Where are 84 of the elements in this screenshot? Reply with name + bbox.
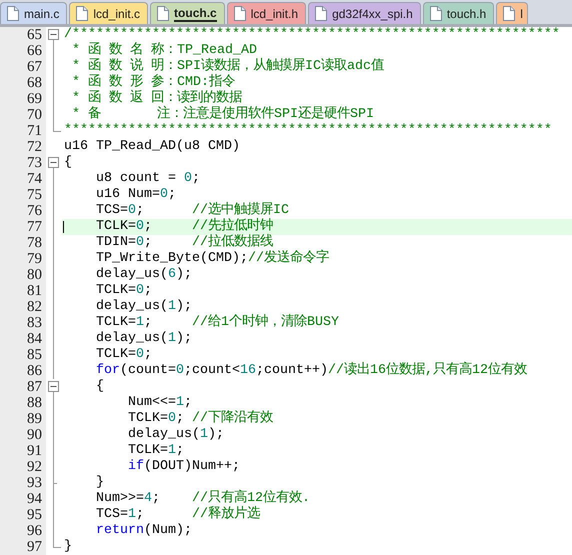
code-line: * 函 数 返 回：读到的数据 <box>70 91 242 106</box>
line-number: 84 <box>0 331 46 347</box>
line-number: 81 <box>0 283 46 299</box>
collapse-icon[interactable] <box>48 381 59 392</box>
file-tab[interactable]: lcd_init.h <box>226 2 306 24</box>
code-line: TDIN=0; //拉低数据线 <box>94 235 273 250</box>
line-number: 82 <box>0 299 46 315</box>
file-tab[interactable]: touch.c <box>150 2 225 24</box>
line-number: 95 <box>0 507 46 523</box>
code-line: } <box>64 539 72 554</box>
code-line: return(Num); <box>94 523 192 538</box>
code-line: /************************************************************* <box>64 27 560 42</box>
code-line: TP_Write_Byte(CMD);//发送命令字 <box>94 251 329 266</box>
line-number: 65 <box>0 27 46 43</box>
code-line: ************************************************************* <box>64 123 552 138</box>
line-number: 78 <box>0 235 46 251</box>
line-number: 71 <box>0 123 46 139</box>
line-number: 86 <box>0 363 46 379</box>
code-line: TCLK=0; <box>94 283 152 298</box>
code-line: * 函 数 名 称：TP_Read_AD <box>70 43 257 58</box>
file-tab[interactable]: touch.h <box>422 2 494 24</box>
line-number: 70 <box>0 107 46 123</box>
code-line: { <box>64 155 72 170</box>
document-icon <box>7 6 19 21</box>
line-number: 68 <box>0 75 46 91</box>
code-line: Num>>=4; //只有高12位有效. <box>94 491 310 506</box>
line-number: 90 <box>0 427 46 443</box>
collapse-icon[interactable] <box>48 157 59 168</box>
line-number: 89 <box>0 411 46 427</box>
code-line: delay_us(1); <box>94 331 192 346</box>
document-icon <box>503 6 516 21</box>
code-line: TCS=0; //选中触摸屏IC <box>94 203 289 218</box>
file-tab[interactable]: l <box>496 2 528 24</box>
line-number: 96 <box>0 523 46 539</box>
line-number: 80 <box>0 267 46 283</box>
line-number: 73 <box>0 155 46 171</box>
line-number: 87 <box>0 379 46 395</box>
code-line: u8 count = 0; <box>94 171 200 186</box>
line-number: 75 <box>0 187 46 203</box>
line-number: 88 <box>0 395 46 411</box>
code-line: TCLK=1; <box>126 443 184 458</box>
document-icon <box>430 6 442 21</box>
line-number: 91 <box>0 443 46 459</box>
code-line: u16 Num=0; <box>94 187 176 202</box>
code-line: * 函 数 形 参：CMD:指令 <box>70 75 235 90</box>
line-number: 76 <box>0 203 46 219</box>
code-line: * 函 数 说 明：SPI读数据，从触摸屏IC读取adc值 <box>70 59 384 74</box>
line-number: 74 <box>0 171 46 187</box>
code-line: TCLK=0; //先拉低时钟 <box>94 219 273 234</box>
line-number: 79 <box>0 251 46 267</box>
code-line: delay_us(1); <box>94 299 192 314</box>
code-line: TCLK=0; <box>94 347 152 362</box>
code-line: Num<<=1; <box>126 395 192 410</box>
code-line: { <box>94 379 104 394</box>
collapse-icon[interactable] <box>48 29 59 40</box>
code-line: TCLK=0; //下降沿有效 <box>126 411 273 426</box>
code-line: delay_us(6); <box>94 267 192 282</box>
code-line: for(count=0;count<16;count++)//读出16位数据,只有高12位有效 <box>94 363 527 378</box>
code-line: TCS=1; //释放片选 <box>94 507 260 522</box>
line-number: 93 <box>0 475 46 491</box>
line-number: 94 <box>0 491 46 507</box>
document-icon <box>315 6 328 21</box>
code-line: u16 TP_Read_AD(u8 CMD) <box>64 139 240 154</box>
document-icon <box>157 6 170 21</box>
code-line: TCLK=1; //给1个时钟，清除BUSY <box>94 315 339 330</box>
line-number: 66 <box>0 43 46 59</box>
code-line: if(DOUT)Num++; <box>126 459 240 474</box>
document-icon <box>234 6 246 21</box>
line-number: 69 <box>0 91 46 107</box>
file-tab[interactable]: main.c <box>0 2 68 24</box>
line-number: 77 <box>0 219 46 235</box>
line-number: 72 <box>0 139 46 155</box>
line-number: 85 <box>0 347 46 363</box>
document-icon <box>76 6 88 21</box>
line-number: 97 <box>0 539 46 555</box>
line-number: 83 <box>0 315 46 331</box>
line-number: 92 <box>0 459 46 475</box>
line-number: 67 <box>0 59 46 75</box>
file-tab[interactable]: gd32f4xx_spi.h <box>308 2 421 24</box>
file-tab[interactable]: lcd_init.c <box>69 2 148 24</box>
code-line: delay_us(1); <box>126 427 224 442</box>
code-line: } <box>94 475 104 490</box>
text-cursor <box>63 221 64 233</box>
code-line: * 备 注：注意是使用软件SPI还是硬件SPI <box>70 107 374 122</box>
